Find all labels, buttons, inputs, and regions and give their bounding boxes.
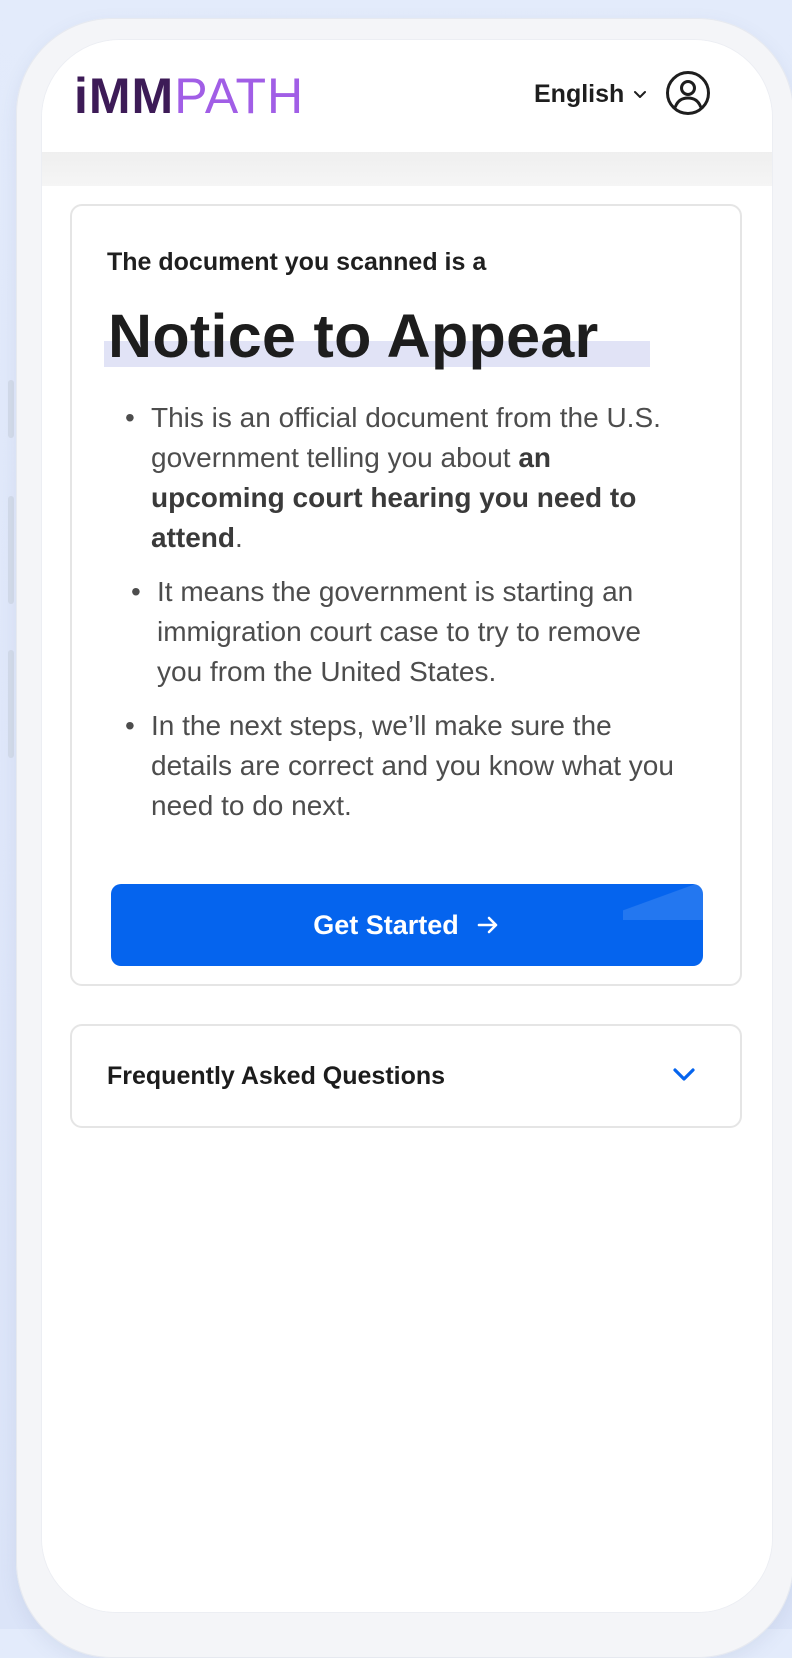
bullet-dot: • (125, 402, 135, 433)
get-started-button[interactable]: Get Started (111, 884, 703, 966)
immpath-logo[interactable]: iMMPATH (74, 66, 304, 126)
list-item: • This is an official document from the … (117, 398, 677, 558)
faq-accordion[interactable]: Frequently Asked Questions (70, 1024, 742, 1128)
document-result-card: The document you scanned is a Notice to … (70, 204, 742, 986)
button-sheen (623, 884, 703, 920)
main-content: The document you scanned is a Notice to … (42, 186, 772, 1612)
app-header: iMMPATH English (42, 40, 772, 152)
list-item-text: This is an official document from the U.… (151, 402, 661, 473)
document-type-title-wrap: Notice to Appear (104, 300, 650, 372)
bullet-dot: • (125, 710, 135, 741)
logo-light-text: PATH (174, 68, 305, 124)
list-item: • It means the government is starting an… (117, 572, 677, 692)
faq-label: Frequently Asked Questions (107, 1062, 446, 1090)
list-item-text-end: . (235, 522, 243, 553)
header-divider-band (42, 152, 772, 186)
explanation-list: • This is an official document from the … (117, 398, 677, 840)
logo-bold-text: iMM (74, 68, 175, 124)
get-started-label: Get Started (313, 909, 459, 940)
list-item-text: In the next steps, we’ll make sure the d… (151, 710, 674, 821)
phone-side-button (8, 496, 14, 604)
document-type-title: Notice to Appear (108, 302, 599, 370)
bullet-dot: • (131, 576, 141, 607)
arrow-right-icon (477, 916, 498, 934)
phone-screen: iMMPATH English The document you scanned… (42, 40, 772, 1612)
list-item-text: It means the government is starting an i… (157, 576, 641, 687)
chevron-down-icon (673, 1068, 695, 1081)
language-label: English (534, 79, 625, 108)
result-intro-text: The document you scanned is a (107, 248, 487, 276)
phone-side-button (8, 650, 14, 758)
phone-side-button (8, 380, 14, 438)
chevron-down-icon (634, 91, 647, 98)
user-circle-icon[interactable] (665, 70, 711, 116)
list-item: • In the next steps, we’ll make sure the… (117, 706, 677, 826)
language-selector[interactable]: English (534, 76, 648, 112)
